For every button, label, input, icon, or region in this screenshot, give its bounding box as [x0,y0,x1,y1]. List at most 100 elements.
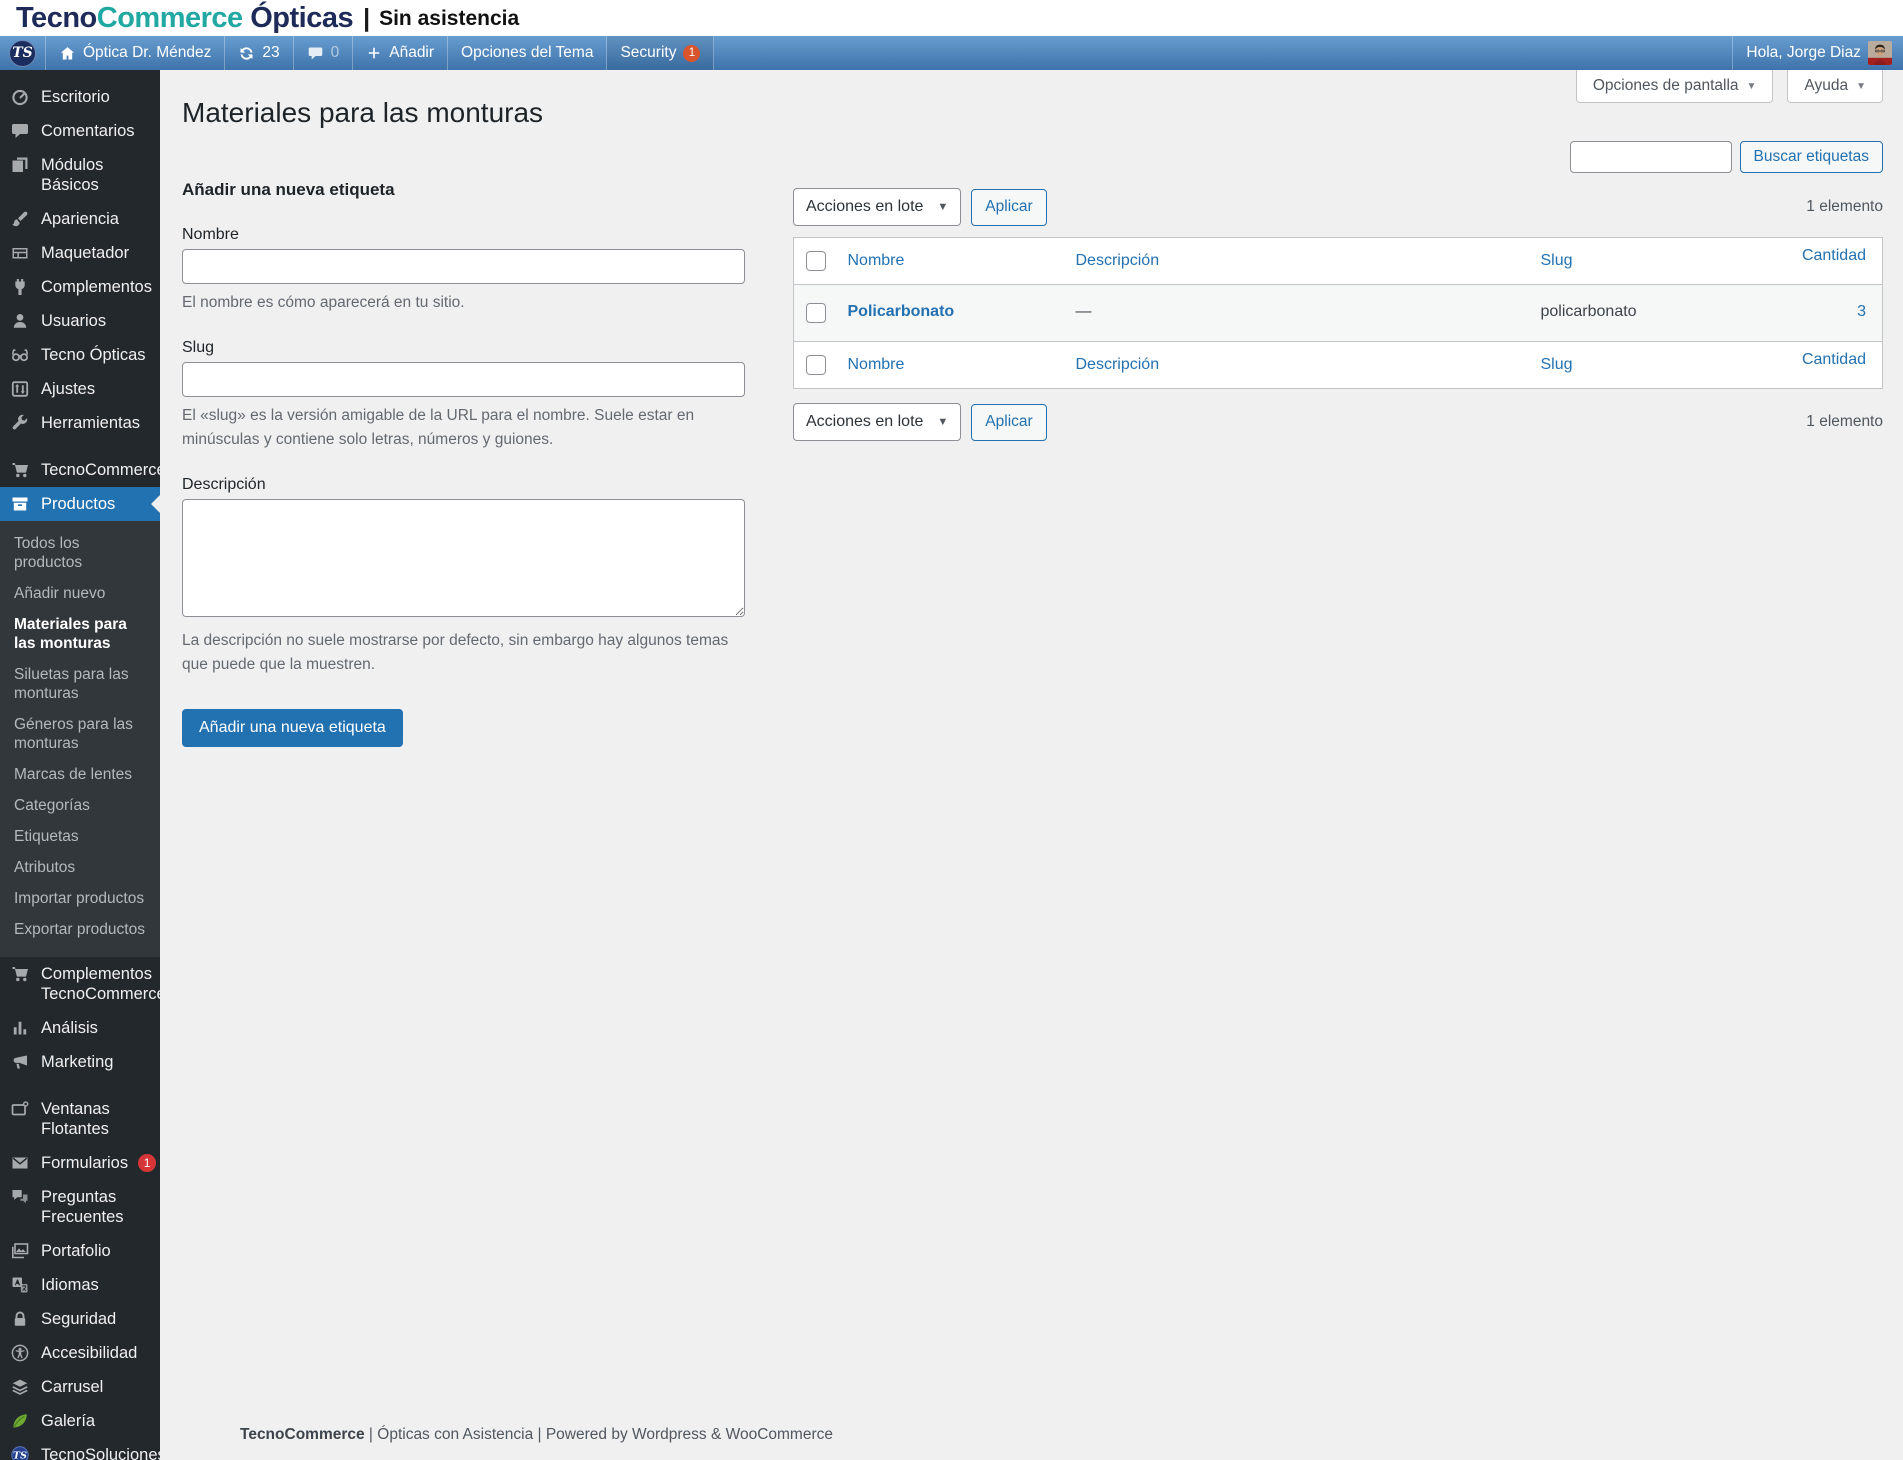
adminbar-greeting: Hola, Jorge Diaz [1746,44,1861,61]
popup-icon [10,1099,31,1119]
sidebar-item-maquetador[interactable]: Maquetador [0,236,160,270]
sidebar-item-label: Marketing [41,1053,114,1071]
sidebar-subitem-importar-productos[interactable]: Importar productos [0,883,160,914]
sidebar-item-formularios[interactable]: Formularios 1 [0,1146,160,1180]
appearance-icon [10,209,31,229]
bulk-action-label: Acciones en lote [806,413,924,430]
sidebar-item-label: Maquetador [41,244,130,262]
tools-icon [10,413,31,433]
sidebar-item-apariencia[interactable]: Apariencia [0,202,160,236]
sidebar-item-accesibilidad[interactable]: Accesibilidad [0,1336,160,1370]
column-header-slug[interactable]: Slug [1541,252,1573,269]
table-header: Nombre Descripción Slug Cantidad [793,237,1883,285]
sidebar-item-ventanas-flotantes[interactable]: Ventanas Flotantes [0,1092,160,1146]
name-field[interactable] [182,249,745,284]
sidebar-item-complementos[interactable]: Complementos [0,270,160,304]
adminbar-new-label: Añadir [389,44,435,61]
sidebar-item-escritorio[interactable]: Escritorio [0,80,160,114]
chevron-down-icon: ▼ [937,416,949,428]
sidebar-subitem-siluetas-para-las-monturas[interactable]: Siluetas para las monturas [0,659,160,709]
slug-help: El «slug» es la versión amigable de la U… [182,407,695,449]
sidebar-subitem-generos-para-las-monturas[interactable]: Géneros para las monturas [0,709,160,759]
adminbar-user[interactable]: Hola, Jorge Diaz [1732,36,1903,70]
layout-icon [10,243,31,263]
adminbar-security[interactable]: Security 1 [607,36,715,70]
sidebar-item-label: Escritorio [41,88,110,106]
help-button[interactable]: Ayuda ▼ [1787,70,1883,103]
bulk-action-select[interactable]: Acciones en lote ▼ [793,188,962,226]
sidebar-subitem-todos-los-productos[interactable]: Todos los productos [0,528,160,578]
column-header-name[interactable]: Nombre [848,252,905,269]
site-brand: TecnoCommerce Ópticas [16,2,354,35]
sidebar-subitem-etiquetas[interactable]: Etiquetas [0,821,160,852]
search-tags-button[interactable]: Buscar etiquetas [1739,141,1883,173]
sidebar-item-tecnocommerce[interactable]: TecnoCommerce [0,453,166,487]
sidebar-item-portafolio[interactable]: Portafolio [0,1234,160,1268]
sidebar-subitem-anadir-nuevo[interactable]: Añadir nuevo [0,578,160,609]
sidebar-item-comentarios[interactable]: Comentarios [0,114,160,148]
sidebar-item-usuarios[interactable]: Usuarios [0,304,160,338]
column-footer-slug[interactable]: Slug [1541,356,1573,373]
column-footer-count[interactable]: Cantidad [1802,351,1866,368]
bulk-action-select-bottom[interactable]: Acciones en lote ▼ [793,403,962,441]
sidebar-subitem-marcas-de-lentes[interactable]: Marcas de lentes [0,759,160,790]
tag-count-link[interactable]: 3 [1857,303,1866,320]
sidebar-subitem-atributos[interactable]: Atributos [0,852,160,883]
description-help: La descripción no suele mostrarse por de… [182,632,729,674]
sidebar-item-label: TecnoSoluciones [41,1446,166,1460]
footer-text: TecnoCommerce | Ópticas con Asistencia |… [182,1412,1883,1460]
sidebar-item-carrusel[interactable]: Carrusel [0,1370,160,1404]
sidebar-item-galeria[interactable]: Galería [0,1404,160,1438]
row-checkbox[interactable] [806,303,826,323]
sidebar-item-herramientas[interactable]: Herramientas [0,406,160,440]
apply-button-bottom[interactable]: Aplicar [971,403,1047,441]
adminbar-updates[interactable]: 23 [225,36,294,70]
add-tag-button[interactable]: Añadir una nueva etiqueta [182,709,403,748]
adminbar-new[interactable]: Añadir [353,36,449,70]
search-input[interactable] [1569,141,1732,173]
select-all-checkbox-bottom[interactable] [806,355,826,375]
column-header-description[interactable]: Descripción [1076,252,1160,269]
sidebar-item-modulos-basicos[interactable]: Módulos Básicos [0,148,160,202]
description-field[interactable] [182,499,745,618]
masthead: TecnoCommerce Ópticas | Sin asistencia [0,0,1903,36]
slug-field[interactable] [182,362,745,398]
sidebar-subitem-materiales-para-las-monturas[interactable]: Materiales para las monturas [0,609,160,659]
sidebar-item-preguntas-frecuentes[interactable]: Preguntas Frecuentes [0,1180,160,1234]
sidebar-item-ajustes[interactable]: Ajustes [0,372,160,406]
select-all-checkbox[interactable] [806,251,826,271]
sidebar-item-marketing[interactable]: Marketing [0,1045,160,1079]
svg-text:TS: TS [13,1451,27,1460]
column-footer-description[interactable]: Descripción [1076,356,1160,373]
cart-icon [10,460,31,480]
apply-button[interactable]: Aplicar [971,188,1047,226]
content-columns: Añadir una nueva etiqueta Nombre El nomb… [182,139,1883,1412]
sidebar-item-label: Complementos [41,278,152,296]
sidebar-subitem-categorias[interactable]: Categorías [0,790,160,821]
column-footer-name[interactable]: Nombre [848,356,905,373]
sidebar-subitem-exportar-productos[interactable]: Exportar productos [0,914,160,945]
sidebar-item-label: Preguntas Frecuentes [41,1188,124,1226]
adminbar-theme-options[interactable]: Opciones del Tema [448,36,608,70]
sidebar-item-idiomas[interactable]: Idiomas [0,1268,160,1302]
sidebar-item-complementos-tecnocommerce[interactable]: Complementos TecnoCommerce [0,957,166,1011]
lock-icon [10,1309,31,1329]
name-help: El nombre es cómo aparecerá en tu sitio. [182,294,465,311]
sidebar-item-productos[interactable]: Productos [0,487,160,521]
sidebar-item-tecno-opticas[interactable]: Tecno Ópticas [0,338,160,372]
sidebar-item-analisis[interactable]: Análisis [0,1011,160,1045]
sidebar-item-label: Galería [41,1412,96,1430]
adminbar-logo[interactable]: TS [0,36,46,70]
screen-options-button[interactable]: Opciones de pantalla ▼ [1575,70,1774,103]
sidebar-item-label: Módulos Básicos [41,156,104,194]
adminbar-site[interactable]: Óptica Dr. Méndez [46,36,226,70]
sidebar-item-seguridad[interactable]: Seguridad [0,1302,160,1336]
sidebar-item-label: Ventanas Flotantes [41,1100,110,1138]
adminbar-comments[interactable]: 0 [294,36,354,70]
sidebar-item-tecnosoluciones[interactable]: TS TecnoSoluciones [0,1438,166,1460]
form-heading: Añadir una nueva etiqueta [182,180,395,199]
tag-description: — [1075,303,1092,320]
column-header-count[interactable]: Cantidad [1802,247,1866,264]
productos-submenu: Todos los productos Añadir nuevo Materiale… [0,521,160,957]
tag-name-link[interactable]: Policarbonato [848,303,955,320]
